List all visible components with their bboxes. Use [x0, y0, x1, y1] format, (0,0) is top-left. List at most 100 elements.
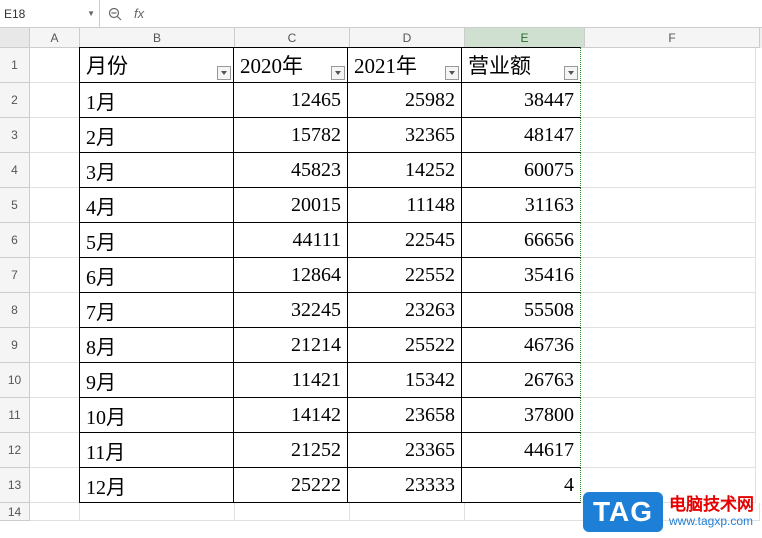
cell-E[interactable]: 4 [461, 467, 581, 503]
cell-A[interactable] [30, 188, 80, 223]
cell-B[interactable]: 11月 [79, 432, 234, 468]
cell-F[interactable] [581, 293, 756, 328]
row-header[interactable]: 9 [0, 328, 30, 363]
cell-C[interactable]: 44111 [233, 222, 348, 258]
cell-E[interactable]: 55508 [461, 292, 581, 328]
cell-F[interactable] [581, 258, 756, 293]
cell-E[interactable]: 37800 [461, 397, 581, 433]
cell-C[interactable]: 12864 [233, 257, 348, 293]
filter-button[interactable] [217, 66, 231, 80]
cell-B[interactable]: 1月 [79, 82, 234, 118]
cell-F[interactable] [581, 363, 756, 398]
zoom-out-icon[interactable] [108, 7, 122, 21]
col-header-B[interactable]: B [80, 28, 235, 48]
cell-D[interactable]: 32365 [347, 117, 462, 153]
cell-C[interactable]: 15782 [233, 117, 348, 153]
cell-C[interactable] [235, 503, 350, 521]
cell-E[interactable]: 35416 [461, 257, 581, 293]
cell-B[interactable] [80, 503, 235, 521]
cell-E[interactable]: 26763 [461, 362, 581, 398]
cell-C[interactable]: 21252 [233, 432, 348, 468]
cell-D[interactable] [350, 503, 465, 521]
cell-B[interactable]: 10月 [79, 397, 234, 433]
cell-A[interactable] [30, 363, 80, 398]
row-header[interactable]: 10 [0, 363, 30, 398]
row-header[interactable]: 7 [0, 258, 30, 293]
cell-B[interactable]: 5月 [79, 222, 234, 258]
col-header-D[interactable]: D [350, 28, 465, 48]
cell-C[interactable]: 11421 [233, 362, 348, 398]
cell-A[interactable] [30, 153, 80, 188]
cell-F[interactable] [581, 328, 756, 363]
filter-button[interactable] [564, 66, 578, 80]
cell-B[interactable]: 12月 [79, 467, 234, 503]
cell-C[interactable]: 2020年 [233, 47, 348, 83]
cell-C[interactable]: 45823 [233, 152, 348, 188]
row-header[interactable]: 6 [0, 223, 30, 258]
name-box-dropdown-icon[interactable]: ▼ [87, 9, 95, 18]
cell-E[interactable]: 66656 [461, 222, 581, 258]
row-header[interactable]: 13 [0, 468, 30, 503]
row-header[interactable]: 5 [0, 188, 30, 223]
col-header-A[interactable]: A [30, 28, 80, 48]
cell-F[interactable] [581, 153, 756, 188]
row-header[interactable]: 1 [0, 48, 30, 83]
cell-B[interactable]: 7月 [79, 292, 234, 328]
cell-B[interactable]: 2月 [79, 117, 234, 153]
cell-A[interactable] [30, 48, 80, 83]
cell-C[interactable]: 32245 [233, 292, 348, 328]
row-header[interactable]: 14 [0, 503, 30, 521]
cell-E[interactable]: 营业额 [461, 47, 581, 83]
cell-D[interactable]: 23658 [347, 397, 462, 433]
cell-A[interactable] [30, 83, 80, 118]
cell-D[interactable]: 23263 [347, 292, 462, 328]
cell-A[interactable] [30, 503, 80, 521]
cell-C[interactable]: 25222 [233, 467, 348, 503]
cell-B[interactable]: 9月 [79, 362, 234, 398]
name-box-input[interactable] [4, 7, 74, 21]
cell-A[interactable] [30, 468, 80, 503]
cell-A[interactable] [30, 293, 80, 328]
cell-C[interactable]: 21214 [233, 327, 348, 363]
cell-D[interactable]: 11148 [347, 187, 462, 223]
cell-B[interactable]: 3月 [79, 152, 234, 188]
row-header[interactable]: 2 [0, 83, 30, 118]
col-header-E[interactable]: E [465, 28, 585, 48]
cell-B[interactable]: 4月 [79, 187, 234, 223]
cell-E[interactable]: 31163 [461, 187, 581, 223]
filter-button[interactable] [445, 66, 459, 80]
cell-F[interactable] [581, 433, 756, 468]
cell-B[interactable]: 6月 [79, 257, 234, 293]
cell-D[interactable]: 25522 [347, 327, 462, 363]
cell-A[interactable] [30, 398, 80, 433]
cell-D[interactable]: 15342 [347, 362, 462, 398]
cell-D[interactable]: 2021年 [347, 47, 462, 83]
col-header-F[interactable]: F [585, 28, 760, 48]
name-box[interactable]: ▼ [0, 0, 100, 28]
cell-E[interactable]: 60075 [461, 152, 581, 188]
row-header[interactable]: 11 [0, 398, 30, 433]
cell-F[interactable] [581, 188, 756, 223]
cell-E[interactable]: 44617 [461, 432, 581, 468]
cell-B[interactable]: 8月 [79, 327, 234, 363]
cell-D[interactable]: 25982 [347, 82, 462, 118]
cell-F[interactable] [581, 398, 756, 433]
cell-E[interactable]: 46736 [461, 327, 581, 363]
cell-C[interactable]: 12465 [233, 82, 348, 118]
cell-D[interactable]: 23365 [347, 432, 462, 468]
cell-D[interactable]: 22545 [347, 222, 462, 258]
select-all-corner[interactable] [0, 28, 30, 48]
cell-C[interactable]: 20015 [233, 187, 348, 223]
filter-button[interactable] [331, 66, 345, 80]
cell-B[interactable]: 月份 [79, 47, 234, 83]
fx-icon[interactable]: fx [134, 6, 144, 21]
cell-F[interactable] [581, 223, 756, 258]
cell-A[interactable] [30, 258, 80, 293]
row-header[interactable]: 3 [0, 118, 30, 153]
row-header[interactable]: 12 [0, 433, 30, 468]
cell-F[interactable] [581, 83, 756, 118]
cell-D[interactable]: 14252 [347, 152, 462, 188]
cell-F[interactable] [581, 48, 756, 83]
cell-A[interactable] [30, 433, 80, 468]
cell-E[interactable] [465, 503, 585, 521]
